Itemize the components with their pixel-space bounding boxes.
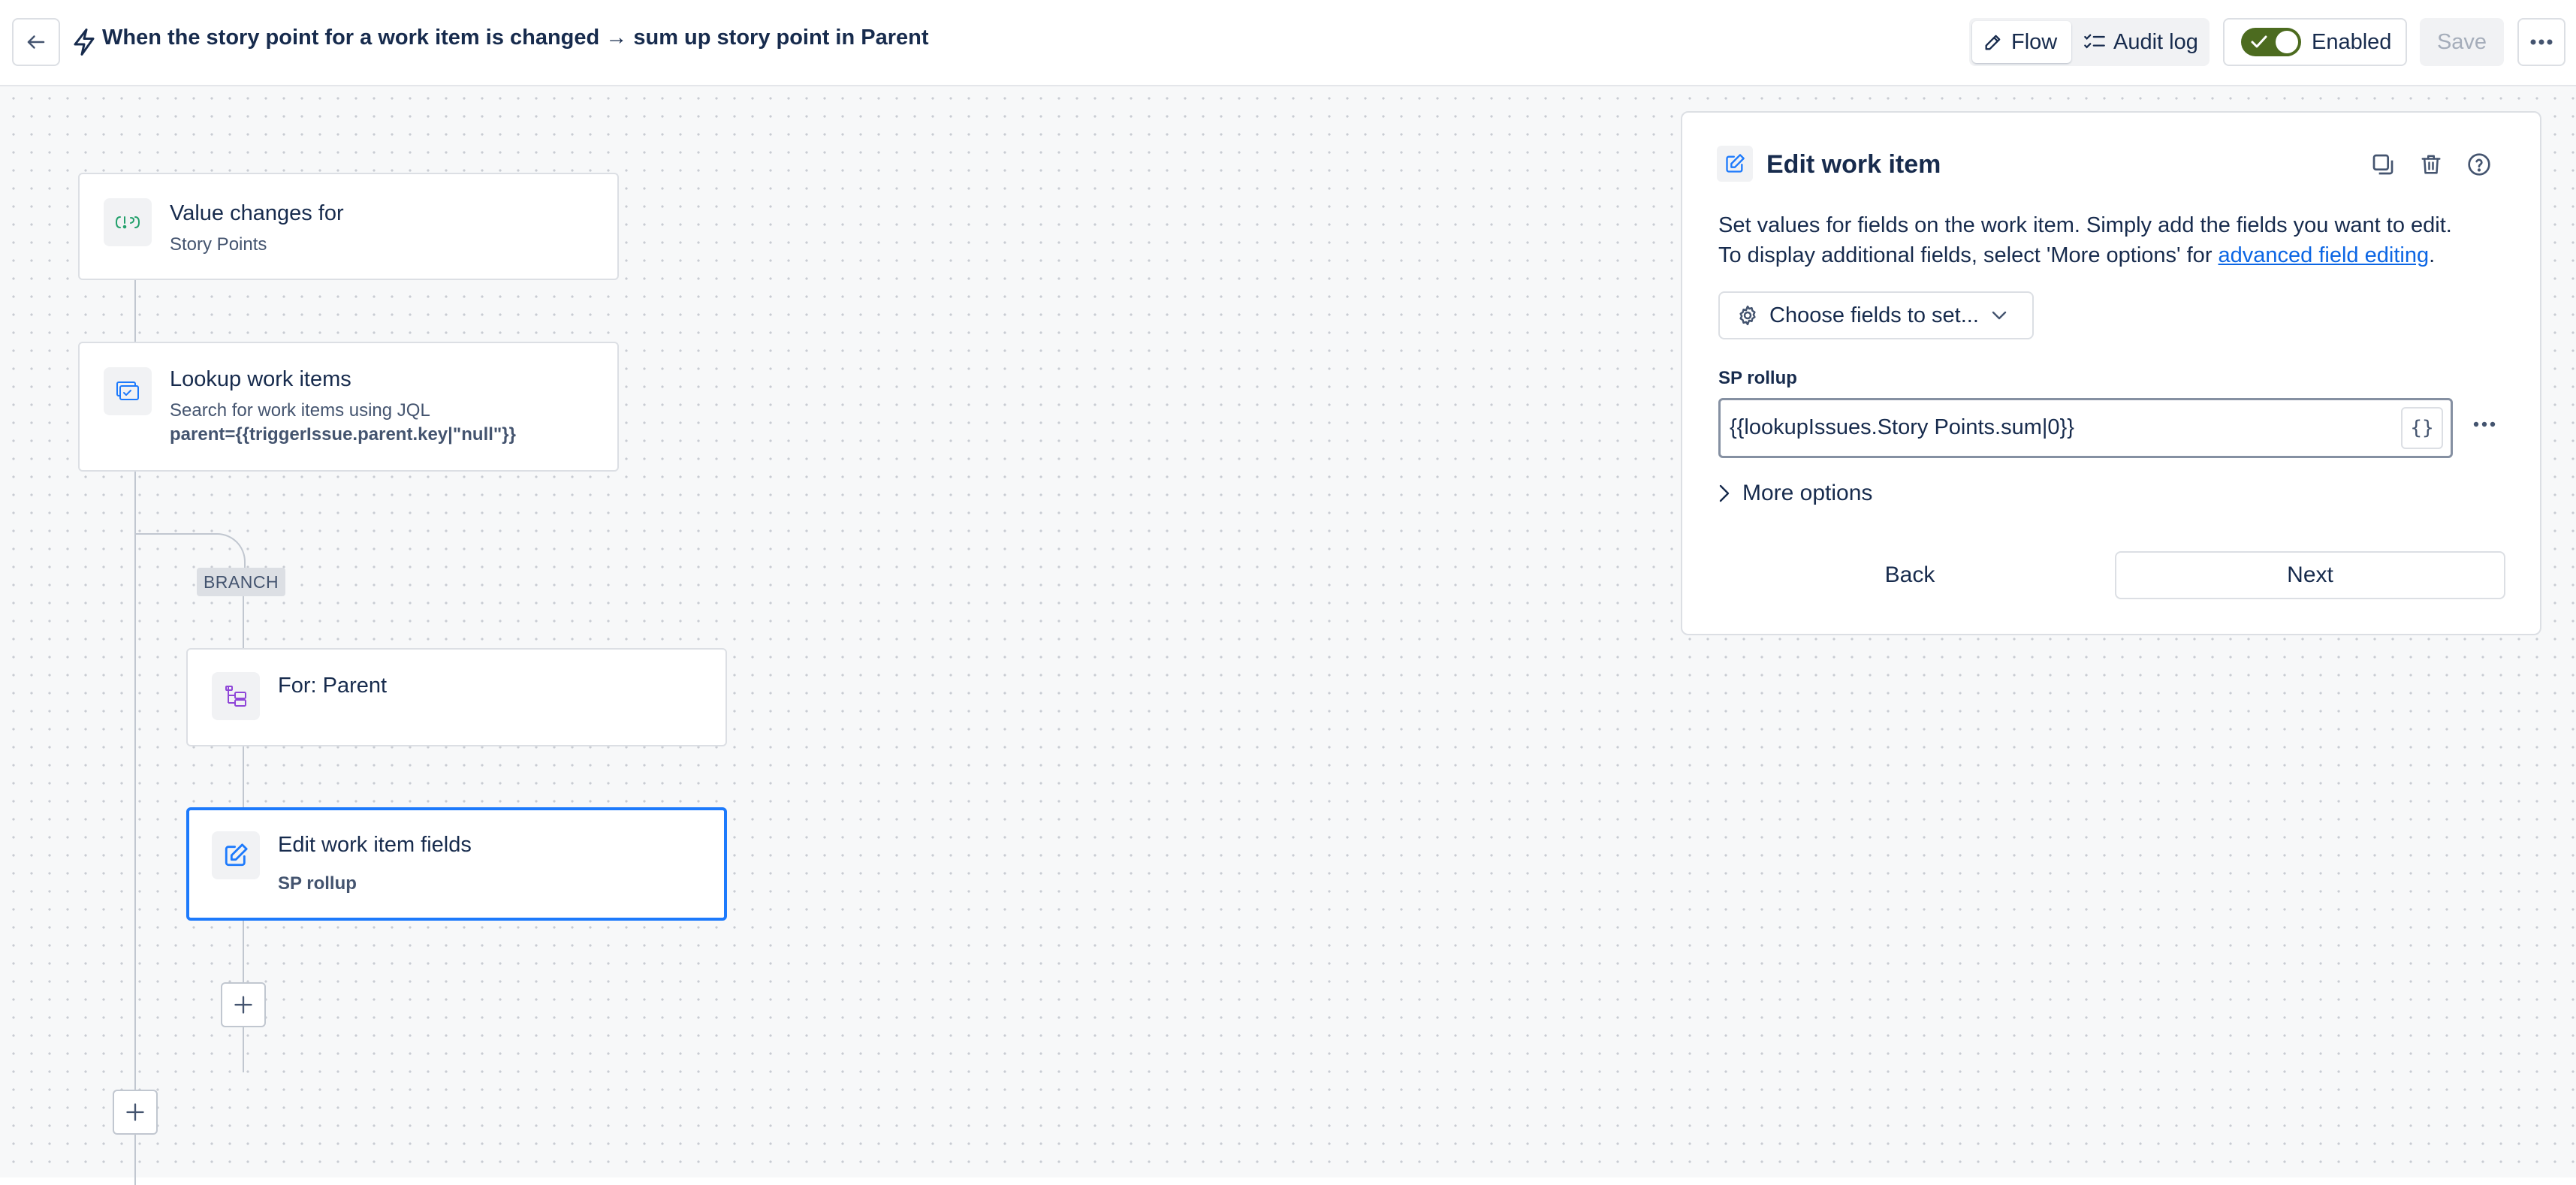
plus-icon	[234, 996, 252, 1014]
edit-node-title: Edit work item fields	[278, 833, 472, 857]
tab-audit-log[interactable]: Audit log	[2076, 21, 2206, 63]
panel-title: Edit work item	[1766, 150, 1941, 179]
chevron-down-icon	[1992, 311, 2007, 320]
sp-rollup-input[interactable]: {{lookupIssues.Story Points.sum|0}} {}	[1718, 398, 2453, 458]
more-horizontal-icon	[2473, 421, 2496, 427]
edit-work-item-node[interactable]: Edit work item fields SP rollup	[186, 807, 727, 921]
lookup-node-icon	[104, 367, 152, 415]
tab-flow-label: Flow	[2011, 29, 2058, 54]
edit-node-subtitle: SP rollup	[278, 873, 357, 894]
lookup-node-subtitle: Search for work items using JQL	[170, 400, 430, 421]
branch-label: BRANCH	[197, 568, 285, 596]
checklist-icon	[2084, 34, 2105, 49]
help-button[interactable]	[2466, 152, 2492, 177]
value-change-icon	[115, 216, 140, 229]
copy-icon	[2372, 154, 2394, 175]
pencil-icon	[1985, 35, 2001, 50]
enabled-toggle-button[interactable]: Enabled	[2223, 18, 2407, 66]
sp-rollup-label: SP rollup	[1718, 368, 1797, 388]
edit-node-icon	[212, 831, 260, 879]
view-switcher: Flow Audit log	[1969, 18, 2210, 66]
tab-audit-log-label: Audit log	[2113, 29, 2198, 54]
description-line-2-prefix: To display additional fields, select 'Mo…	[1718, 243, 2219, 267]
lookup-node-jql: parent={{triggerIssue.parent.key|"null"}…	[170, 424, 516, 445]
panel-next-button[interactable]: Next	[2115, 551, 2505, 599]
hierarchy-icon	[225, 686, 246, 707]
more-horizontal-icon	[2530, 39, 2553, 45]
branch-node[interactable]: For: Parent	[186, 648, 727, 746]
lookup-icon	[116, 381, 139, 400]
trigger-node[interactable]: Value changes for Story Points	[78, 173, 619, 280]
toggle-knob	[2276, 31, 2298, 53]
add-step-button[interactable]	[113, 1090, 158, 1135]
gear-icon	[1739, 305, 1756, 326]
smart-value-button[interactable]: {}	[2401, 407, 2443, 449]
field-more-button[interactable]	[2469, 413, 2499, 436]
check-icon	[2251, 35, 2267, 48]
sp-rollup-value: {{lookupIssues.Story Points.sum|0}}	[1730, 415, 2074, 439]
enabled-toggle[interactable]	[2241, 28, 2301, 56]
plus-icon	[126, 1103, 144, 1121]
lookup-node[interactable]: Lookup work items Search for work items …	[78, 342, 619, 472]
trigger-node-title: Value changes for	[170, 201, 344, 225]
more-options-toggle[interactable]: More options	[1718, 481, 1872, 506]
choose-fields-label: Choose fields to set...	[1769, 303, 1979, 327]
save-button[interactable]: Save	[2420, 18, 2504, 66]
branch-node-title: For: Parent	[278, 674, 388, 698]
edit-icon	[225, 843, 248, 867]
trash-icon	[2421, 155, 2441, 174]
rule-title: When the story point for a work item is …	[102, 26, 929, 50]
panel-back-button[interactable]: Back	[1718, 551, 2101, 599]
rule-header: When the story point for a work item is …	[0, 0, 2576, 86]
choose-fields-dropdown[interactable]: Choose fields to set...	[1718, 291, 2034, 339]
edit-icon	[1726, 154, 1745, 173]
panel-icon	[1717, 146, 1753, 182]
chevron-right-icon	[1719, 484, 1730, 502]
more-actions-button[interactable]	[2517, 18, 2565, 66]
tab-flow[interactable]: Flow	[1972, 21, 2071, 63]
back-button[interactable]	[12, 18, 60, 66]
description-line-1: Set values for fields on the work item. …	[1718, 213, 2452, 237]
question-circle-icon	[2468, 153, 2490, 176]
lightning-bolt-icon	[74, 29, 95, 56]
trigger-node-subtitle: Story Points	[170, 234, 267, 255]
description-line-2: To display additional fields, select 'Mo…	[1718, 240, 2514, 270]
lookup-node-title: Lookup work items	[170, 367, 351, 391]
edit-work-item-panel: Edit work item Set values for fields on …	[1681, 111, 2541, 635]
enabled-label: Enabled	[2312, 29, 2392, 54]
add-step-in-branch-button[interactable]	[221, 982, 266, 1027]
advanced-field-editing-link[interactable]: advanced field editing	[2219, 243, 2430, 267]
description-line-2-suffix: .	[2429, 243, 2436, 267]
panel-description: Set values for fields on the work item. …	[1718, 210, 2514, 270]
trigger-node-icon	[104, 198, 152, 246]
delete-button[interactable]	[2418, 152, 2444, 177]
arrow-left-icon	[27, 35, 45, 49]
duplicate-button[interactable]	[2370, 152, 2396, 177]
branch-node-icon	[212, 672, 260, 720]
more-options-label: More options	[1742, 481, 1873, 505]
